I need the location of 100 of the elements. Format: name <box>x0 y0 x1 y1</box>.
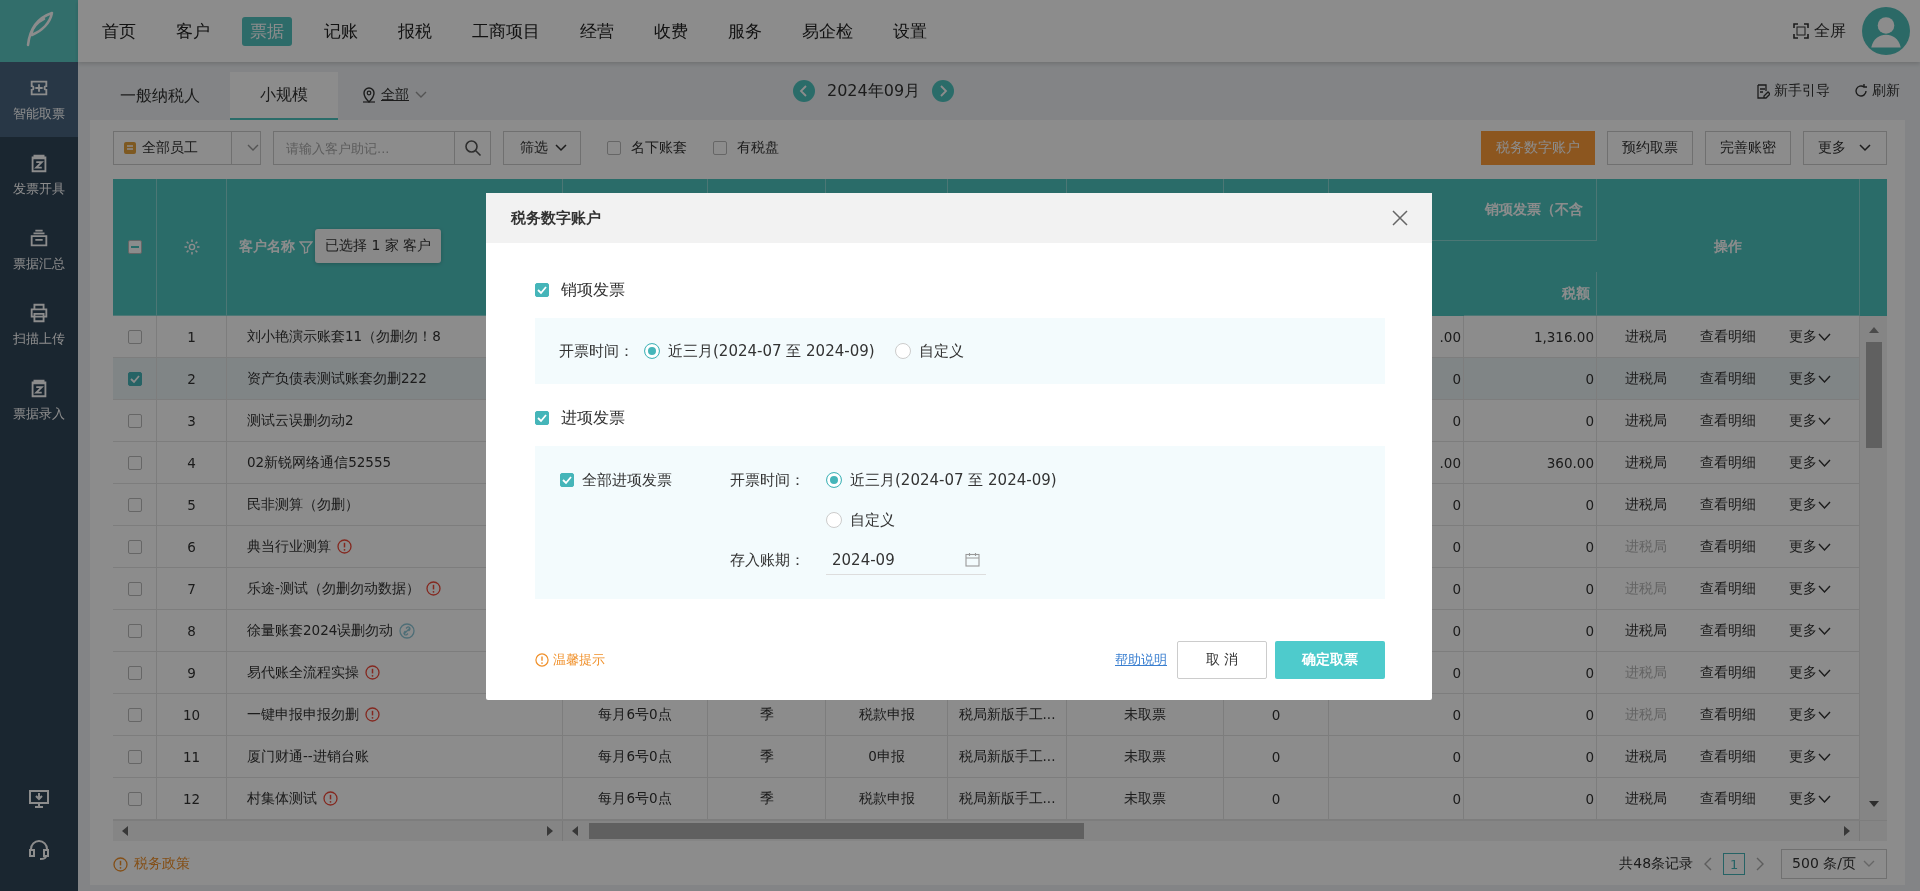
more-dropdown[interactable]: 更多 <box>1789 537 1832 556</box>
action-link[interactable]: 进税局 <box>1624 369 1667 388</box>
action-link[interactable]: 查看明细 <box>1700 747 1756 766</box>
scrollbar-thumb[interactable] <box>1865 342 1882 448</box>
link-icon[interactable] <box>399 622 416 639</box>
action-link[interactable]: 查看明细 <box>1700 327 1756 346</box>
action-link[interactable]: 查看明细 <box>1700 537 1756 556</box>
checkbox[interactable] <box>713 141 727 155</box>
action-link[interactable]: 查看明细 <box>1700 495 1756 514</box>
chevron-right-icon[interactable] <box>1755 857 1766 871</box>
checkbox[interactable] <box>127 581 142 596</box>
fullscreen-button[interactable]: 全屏 <box>1793 20 1846 42</box>
toolbar-button[interactable]: 预约取票 <box>1607 131 1693 165</box>
checkbox[interactable] <box>127 371 142 386</box>
action-link[interactable]: 查看明细 <box>1700 621 1756 640</box>
sidebar-item[interactable]: 发票开具 <box>0 137 78 212</box>
nav-item[interactable]: 设置 <box>885 16 935 46</box>
action-link[interactable]: 查看明细 <box>1700 705 1756 724</box>
action-link[interactable]: 进税局 <box>1624 495 1667 514</box>
prev-month-button[interactable] <box>793 80 815 102</box>
avatar[interactable] <box>1862 7 1910 55</box>
checkbox[interactable] <box>535 411 549 425</box>
monitor-download-icon[interactable] <box>27 787 51 811</box>
scroll-right-icon[interactable] <box>1843 825 1851 837</box>
nav-item[interactable]: 客户 <box>168 16 218 46</box>
alert-icon[interactable] <box>425 581 441 596</box>
scrollbar-thumb[interactable] <box>589 823 1084 839</box>
more-dropdown[interactable]: 更多 <box>1789 663 1832 682</box>
close-icon[interactable] <box>1392 210 1408 226</box>
alert-icon[interactable] <box>365 707 380 722</box>
checkbox[interactable] <box>127 329 142 344</box>
action-link[interactable]: 查看明细 <box>1700 579 1756 598</box>
cancel-button[interactable]: 取 消 <box>1177 641 1267 679</box>
scroll-left-icon[interactable] <box>571 825 579 837</box>
action-link[interactable]: 进税局 <box>1624 411 1667 430</box>
more-dropdown[interactable]: 更多 <box>1789 495 1832 514</box>
sidebar-item[interactable]: 扫描上传 <box>0 287 78 362</box>
more-dropdown[interactable]: 更多 <box>1803 131 1887 165</box>
scroll-up-icon[interactable] <box>1867 326 1880 334</box>
checkbox[interactable] <box>127 623 142 638</box>
toolbar-button[interactable]: 完善账密 <box>1705 131 1791 165</box>
refresh-link[interactable]: 刷新 <box>1854 82 1900 100</box>
radio-button[interactable] <box>644 343 660 359</box>
nav-item[interactable]: 首页 <box>94 16 144 46</box>
action-link[interactable]: 进税局 <box>1624 789 1667 808</box>
scroll-right-icon[interactable] <box>546 825 554 837</box>
chevron-left-icon[interactable] <box>1703 857 1714 871</box>
action-link[interactable]: 查看明细 <box>1700 453 1756 472</box>
more-dropdown[interactable]: 更多 <box>1789 369 1832 388</box>
more-dropdown[interactable]: 更多 <box>1789 789 1832 808</box>
more-dropdown[interactable]: 更多 <box>1789 579 1832 598</box>
scroll-down-icon[interactable] <box>1867 800 1880 808</box>
checkbox[interactable] <box>127 455 142 470</box>
checkbox[interactable] <box>127 539 142 554</box>
nav-item[interactable]: 易企检 <box>794 16 861 46</box>
select-all-checkbox[interactable] <box>127 240 142 254</box>
sidebar-item[interactable]: 智能取票 <box>0 62 78 137</box>
staff-select[interactable]: 全部员工 <box>113 131 261 165</box>
nav-item[interactable]: 经营 <box>572 16 622 46</box>
page-size-select[interactable]: 500 条/页 <box>1781 849 1887 879</box>
guide-link[interactable]: 新手引导 <box>1756 82 1830 100</box>
more-dropdown[interactable]: 更多 <box>1789 411 1832 430</box>
checkbox[interactable] <box>127 749 142 764</box>
help-link[interactable]: 帮助说明 <box>1115 651 1167 669</box>
more-dropdown[interactable]: 更多 <box>1789 747 1832 766</box>
action-link[interactable]: 查看明细 <box>1700 663 1756 682</box>
action-link[interactable]: 查看明细 <box>1700 789 1756 808</box>
more-dropdown[interactable]: 更多 <box>1789 327 1832 346</box>
nav-item[interactable]: 服务 <box>720 16 770 46</box>
nav-item[interactable]: 收费 <box>646 16 696 46</box>
nav-item[interactable]: 记账 <box>316 16 366 46</box>
radio-button[interactable] <box>826 512 842 528</box>
checkbox[interactable] <box>127 497 142 512</box>
checkbox[interactable] <box>127 791 142 806</box>
checkbox[interactable] <box>127 707 142 722</box>
nav-item[interactable]: 工商项目 <box>464 16 548 46</box>
nav-item[interactable]: 报税 <box>390 16 440 46</box>
radio-button[interactable] <box>826 472 842 488</box>
checkbox[interactable] <box>127 665 142 680</box>
tab[interactable]: 小规模 <box>230 72 338 120</box>
more-dropdown[interactable]: 更多 <box>1789 705 1832 724</box>
alert-icon[interactable] <box>323 791 338 806</box>
tab[interactable]: 一般纳税人 <box>90 72 230 120</box>
action-link[interactable]: 进税局 <box>1624 621 1667 640</box>
alert-icon[interactable] <box>365 665 380 680</box>
sidebar-item[interactable]: 票据录入 <box>0 362 78 437</box>
checkbox[interactable] <box>560 473 574 487</box>
headset-icon[interactable] <box>27 837 51 861</box>
date-field[interactable]: 2024-09 <box>826 545 986 575</box>
more-dropdown[interactable]: 更多 <box>1789 621 1832 640</box>
filter-dropdown[interactable]: 筛选 <box>503 131 581 165</box>
checkbox[interactable] <box>127 413 142 428</box>
action-link[interactable]: 查看明细 <box>1700 369 1756 388</box>
action-link[interactable]: 进税局 <box>1624 327 1667 346</box>
search-button[interactable] <box>455 131 491 165</box>
action-link[interactable]: 查看明细 <box>1700 411 1756 430</box>
region-dropdown[interactable]: 全部 <box>362 86 428 104</box>
next-month-button[interactable] <box>932 80 955 102</box>
radio-button[interactable] <box>894 343 911 359</box>
scroll-left-icon[interactable] <box>121 825 129 837</box>
